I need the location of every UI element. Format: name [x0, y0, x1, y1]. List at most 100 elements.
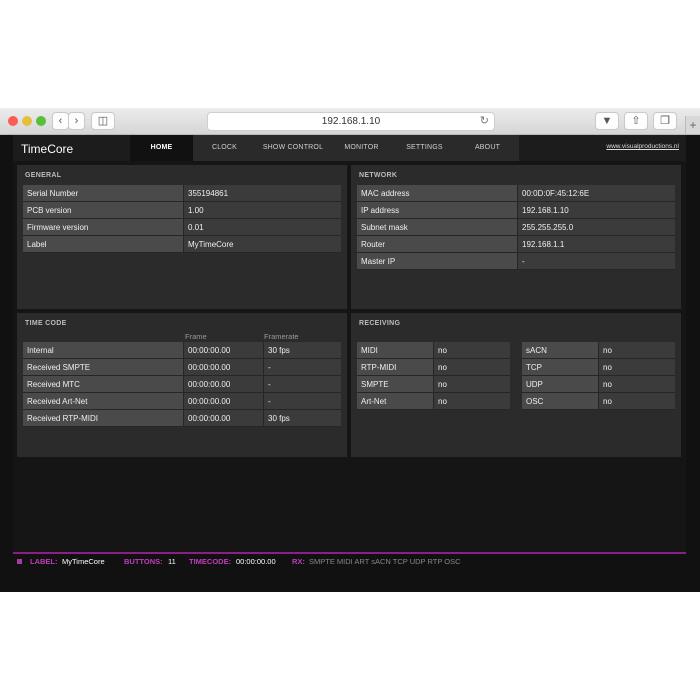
row-key: UDP [522, 375, 599, 393]
receiving-title: RECEIVING [359, 320, 401, 327]
row-key: IP address [357, 201, 518, 219]
external-link[interactable]: www.visualproductions.nl [606, 143, 679, 150]
tabs-overview-icon[interactable]: ❐ [653, 112, 677, 130]
row-value: 0.01 [183, 218, 341, 236]
row-key: Received SMPTE [23, 358, 184, 376]
row-frame: 00:00:00.00 [183, 358, 264, 376]
row-key: Received RTP-MIDI [23, 409, 184, 427]
table-row: Label MyTimeCore [23, 235, 341, 253]
status-rx-key: RX: [292, 557, 305, 566]
row-rate: - [263, 392, 341, 410]
network-table: MAC address 00:0D:0F:45:12:6E IP address… [357, 185, 675, 270]
sidebar-toggle-icon[interactable]: ◫ [91, 112, 115, 130]
row-rate: 30 fps [263, 342, 341, 359]
table-row: Serial Number 355194861 [23, 185, 341, 202]
row-value: 00:0D:0F:45:12:6E [517, 185, 675, 202]
framerate-header: Framerate [264, 332, 299, 341]
row-frame: 00:00:00.00 [183, 392, 264, 410]
row-value: no [598, 342, 675, 359]
row-value: no [598, 358, 675, 376]
network-title: NETWORK [359, 172, 398, 179]
table-row: Router 192.168.1.1 [357, 235, 675, 253]
status-buttons-key: BUTTONS: [124, 557, 163, 566]
table-row: TCP no [522, 358, 675, 376]
new-tab-button[interactable]: + [685, 116, 700, 134]
status-bar: LABEL: MyTimeCore BUTTONS: 11 TIMECODE: … [13, 552, 686, 571]
back-button[interactable]: ‹ [52, 112, 69, 130]
row-value: no [433, 375, 510, 393]
minimize-window-button[interactable] [22, 116, 32, 126]
row-key: Firmware version [23, 218, 184, 236]
tab-home[interactable]: HOME [130, 135, 193, 161]
nav-tabs: HOME CLOCK SHOW CONTROL MONITOR SETTINGS… [130, 135, 519, 161]
row-rate: - [263, 375, 341, 393]
reload-icon[interactable]: ↻ [480, 113, 489, 130]
close-window-button[interactable] [8, 116, 18, 126]
address-bar[interactable]: 192.168.1.10 ↻ [207, 112, 495, 131]
tab-about[interactable]: ABOUT [456, 135, 519, 161]
frame-header: Frame [185, 332, 207, 341]
tab-settings[interactable]: SETTINGS [393, 135, 456, 161]
download-icon[interactable]: ▼ [595, 112, 619, 130]
table-row: Master IP - [357, 252, 675, 270]
row-key: PCB version [23, 201, 184, 219]
row-value: 1.00 [183, 201, 341, 219]
row-key: RTP-MIDI [357, 358, 434, 376]
row-value: 192.168.1.1 [517, 235, 675, 253]
row-value: 192.168.1.10 [517, 201, 675, 219]
table-row: Art-Net no [357, 392, 510, 410]
row-key: Label [23, 235, 184, 253]
table-row: Internal 00:00:00.00 30 fps [23, 342, 341, 359]
status-rx-value: SMPTE MIDI ART sACN TCP UDP RTP OSC [309, 557, 461, 566]
receiving-right-table: sACN no TCP no UDP no OSC no [522, 342, 675, 410]
browser-window: ‹ › ◫ 192.168.1.10 ↻ ▼ ⇧ ❐ + TimeCore HO… [0, 108, 700, 592]
row-value: no [433, 358, 510, 376]
timecode-table: Internal 00:00:00.00 30 fps Received SMP… [23, 342, 341, 427]
table-row: MIDI no [357, 342, 510, 359]
row-frame: 00:00:00.00 [183, 375, 264, 393]
maximize-window-button[interactable] [36, 116, 46, 126]
general-table: Serial Number 355194861 PCB version 1.00… [23, 185, 341, 253]
row-frame: 00:00:00.00 [183, 409, 264, 427]
table-row: Received RTP-MIDI 00:00:00.00 30 fps [23, 409, 341, 427]
row-value: 255.255.255.0 [517, 218, 675, 236]
top-nav: TimeCore HOME CLOCK SHOW CONTROL MONITOR… [13, 135, 686, 161]
table-row: SMPTE no [357, 375, 510, 393]
row-key: Router [357, 235, 518, 253]
tab-show-control[interactable]: SHOW CONTROL [256, 135, 330, 161]
table-row: Subnet mask 255.255.255.0 [357, 218, 675, 236]
row-key: OSC [522, 392, 599, 410]
table-row: Received SMPTE 00:00:00.00 - [23, 358, 341, 376]
row-frame: 00:00:00.00 [183, 342, 264, 359]
row-key: Received MTC [23, 375, 184, 393]
share-icon[interactable]: ⇧ [624, 112, 648, 130]
table-row: MAC address 00:0D:0F:45:12:6E [357, 185, 675, 202]
row-value: 355194861 [183, 185, 341, 202]
row-key: SMPTE [357, 375, 434, 393]
row-value: no [433, 392, 510, 410]
row-key: MAC address [357, 185, 518, 202]
table-row: PCB version 1.00 [23, 201, 341, 219]
general-title: GENERAL [25, 172, 62, 179]
row-key: Master IP [357, 252, 518, 270]
row-value: - [517, 252, 675, 270]
app-area: TimeCore HOME CLOCK SHOW CONTROL MONITOR… [13, 135, 686, 565]
table-row: OSC no [522, 392, 675, 410]
row-key: Art-Net [357, 392, 434, 410]
status-square-icon [17, 559, 22, 564]
row-value: no [598, 392, 675, 410]
forward-button[interactable]: › [68, 112, 85, 130]
row-key: MIDI [357, 342, 434, 359]
row-key: Serial Number [23, 185, 184, 202]
timecode-title: TIME CODE [25, 320, 67, 327]
tab-clock[interactable]: CLOCK [193, 135, 256, 161]
row-value: no [433, 342, 510, 359]
table-row: RTP-MIDI no [357, 358, 510, 376]
status-label-key: LABEL: [30, 557, 58, 566]
tab-monitor[interactable]: MONITOR [330, 135, 393, 161]
receiving-panel: RECEIVING MIDI no RTP-MIDI no SMPTE no A… [351, 313, 681, 457]
row-rate: 30 fps [263, 409, 341, 427]
status-buttons-value: 11 [168, 557, 176, 566]
row-value: no [598, 375, 675, 393]
receiving-left-table: MIDI no RTP-MIDI no SMPTE no Art-Net no [357, 342, 510, 410]
